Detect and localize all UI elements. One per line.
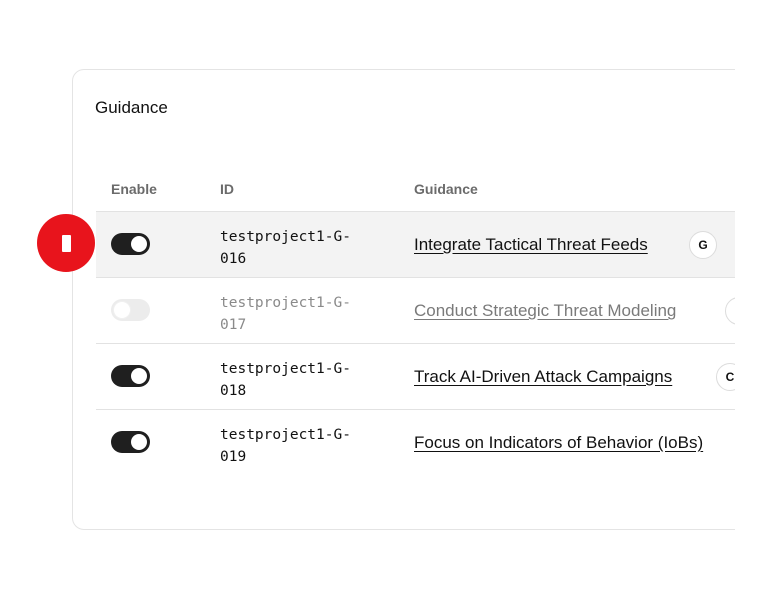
guidance-tag [725, 297, 735, 325]
viewport: Guidance Enable ID Guidance testproject1… [0, 0, 735, 600]
toggle-knob [131, 236, 147, 252]
guidance-link[interactable]: Track AI-Driven Attack Campaigns [414, 367, 672, 387]
guidance-card: Guidance Enable ID Guidance testproject1… [72, 69, 735, 530]
toggle-knob [114, 302, 130, 318]
column-header-guidance: Guidance [414, 181, 478, 197]
guidance-id: testproject1-G- 018 [220, 361, 351, 399]
table-header: Enable ID Guidance [96, 170, 735, 211]
step-marker-icon [37, 214, 95, 272]
enable-toggle[interactable] [111, 365, 150, 387]
guidance-tag: G [689, 231, 717, 259]
guidance-link[interactable]: Conduct Strategic Threat Modeling [414, 301, 676, 321]
enable-toggle[interactable] [111, 233, 150, 255]
guidance-table: Enable ID Guidance testproject1-G- 016 I… [96, 170, 735, 475]
enable-toggle[interactable] [111, 431, 150, 453]
guidance-id: testproject1-G- 019 [220, 427, 351, 465]
table-row: testproject1-G- 019 Focus on Indicators … [96, 409, 735, 475]
guidance-id: testproject1-G- 016 [220, 229, 351, 267]
toggle-knob [131, 368, 147, 384]
column-header-enable: Enable [111, 181, 157, 197]
column-header-id: ID [220, 181, 234, 197]
card-title: Guidance [95, 98, 168, 117]
guidance-id: testproject1-G- 017 [220, 295, 351, 333]
guidance-link[interactable]: Integrate Tactical Threat Feeds [414, 235, 648, 255]
table-row: testproject1-G- 018 Track AI-Driven Atta… [96, 343, 735, 409]
guidance-link[interactable]: Focus on Indicators of Behavior (IoBs) [414, 433, 703, 453]
enable-toggle[interactable] [111, 299, 150, 321]
guidance-tag: C [716, 363, 735, 391]
table-row: testproject1-G- 017 Conduct Strategic Th… [96, 277, 735, 343]
table-row: testproject1-G- 016 Integrate Tactical T… [96, 211, 735, 277]
toggle-knob [131, 434, 147, 450]
